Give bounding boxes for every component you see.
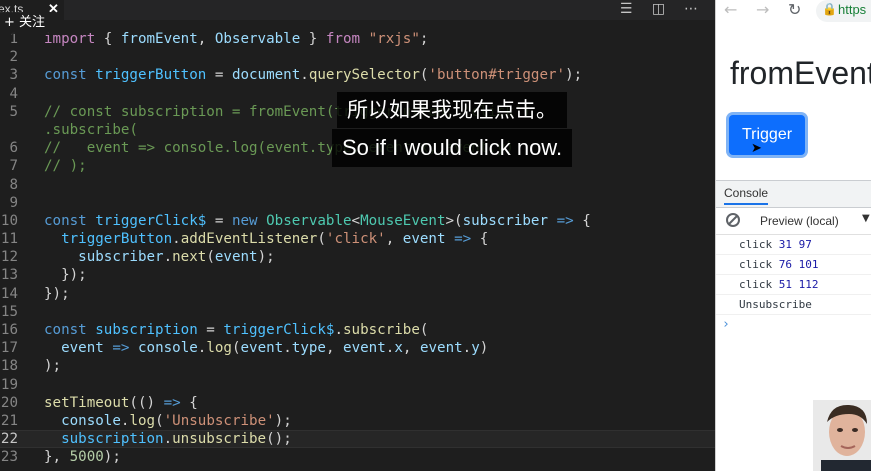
code-text[interactable]: }); [44, 285, 70, 303]
code-line[interactable]: 16 const subscription = triggerClick$.sub… [0, 321, 715, 339]
line-number: 17 [0, 340, 18, 357]
line-number: 9 [9, 194, 18, 211]
line-number: 15 [0, 303, 18, 320]
outline-icon[interactable]: ☰ [612, 0, 640, 18]
line-number: 6 [9, 140, 18, 157]
line-number: 12 [0, 249, 18, 266]
code-line[interactable]: 22 subscription.unsubscribe(); [0, 430, 715, 449]
line-number: 22 [0, 431, 18, 448]
line-number: 20 [0, 394, 18, 411]
lock-icon: 🔒 [822, 2, 837, 16]
page-heading: fromEvent [730, 55, 871, 91]
code-text[interactable]: setTimeout(() => { [44, 394, 198, 412]
code-text[interactable]: const triggerButton = document.querySele… [44, 66, 582, 84]
code-line[interactable]: 9 [0, 194, 715, 212]
log-values: 51 112 [778, 278, 819, 291]
code-text[interactable]: const subscription = triggerClick$.subsc… [44, 321, 428, 339]
webcam-overlay [813, 400, 871, 471]
devtools-tab-bar: Console [716, 181, 871, 208]
code-text[interactable]: // ); [44, 157, 87, 175]
console-log-line: click 76 101 [716, 255, 871, 275]
browser-toolbar: ← → ↻ 🔒 https [716, 0, 871, 23]
code-text[interactable]: console.log('Unsubscribe'); [44, 412, 292, 430]
code-line[interactable]: 1 import { fromEvent, Observable } from "… [0, 30, 715, 48]
reload-icon[interactable]: ↻ [788, 0, 801, 20]
code-line[interactable]: 10 const triggerClick$ = new Observable<M… [0, 212, 715, 230]
log-label: click [739, 258, 773, 271]
line-number: 23 [0, 449, 18, 466]
line-number: 5 [9, 103, 18, 120]
mouse-cursor-icon: ➤ [751, 141, 762, 156]
code-line[interactable]: 12 subscriber.next(event); [0, 248, 715, 266]
code-text[interactable]: triggerButton.addEventListener('click', … [44, 230, 488, 248]
url-text: https [838, 2, 867, 17]
address-bar[interactable]: 🔒 https [816, 0, 871, 22]
editor-actions: ☰ ◫ ⋯ [612, 0, 705, 20]
code-line[interactable]: 3 const triggerButton = document.querySel… [0, 66, 715, 84]
code-editor[interactable]: ex.ts ✕ ☰ ◫ ⋯ + 关注 1 import { fromEvent, … [0, 0, 715, 471]
chevron-down-icon[interactable]: ▼ [862, 213, 870, 224]
clear-console-icon[interactable] [726, 213, 740, 227]
back-arrow-icon[interactable]: ← [724, 0, 737, 20]
context-selector[interactable]: Preview (local) [760, 214, 839, 228]
code-line[interactable]: 13 }); [0, 266, 715, 284]
log-label: Unsubscribe [739, 298, 812, 311]
follow-badge[interactable]: + 关注 [0, 12, 56, 34]
split-editor-icon[interactable]: ◫ [645, 0, 673, 18]
code-line[interactable]: 11 triggerButton.addEventListener('click… [0, 230, 715, 248]
line-number: 16 [0, 322, 18, 338]
line-number: 21 [0, 412, 18, 429]
more-actions-icon[interactable]: ⋯ [677, 0, 705, 18]
code-line[interactable]: 14}); [0, 285, 715, 303]
code-text[interactable]: import { fromEvent, Observable } from "r… [44, 30, 428, 48]
line-number: 19 [0, 376, 18, 393]
code-line[interactable]: 19 [0, 376, 715, 394]
line-number: 11 [0, 231, 18, 248]
console-log-line: click 31 97 [716, 235, 871, 255]
trigger-button[interactable]: Trigger [729, 115, 805, 155]
console-output: click 31 97 click 76 101 click 51 112 Un… [716, 235, 871, 335]
subtitle-chinese: 所以如果我现在点击。 [337, 92, 567, 128]
console-input[interactable]: › [716, 315, 871, 335]
code-line[interactable]: 21 console.log('Unsubscribe'); [0, 412, 715, 430]
line-number: 4 [9, 85, 18, 102]
line-number: 13 [0, 267, 18, 284]
code-text[interactable]: ); [44, 357, 61, 375]
code-line[interactable]: 20 setTimeout(() => { [0, 394, 715, 412]
log-values: 31 97 [778, 238, 812, 251]
line-number: 3 [9, 67, 18, 84]
code-line[interactable]: 17 event => console.log(event.type, even… [0, 339, 715, 357]
log-label: click [739, 278, 773, 291]
line-number: 8 [9, 176, 18, 193]
console-toolbar: Preview (local) ▼ [716, 208, 871, 235]
code-text[interactable]: }, 5000); [44, 448, 121, 466]
code-text[interactable]: subscriber.next(event); [44, 248, 275, 266]
log-values: 76 101 [778, 258, 819, 271]
code-line[interactable]: 15 [0, 303, 715, 321]
line-number: 18 [0, 358, 18, 375]
log-label: click [739, 238, 773, 251]
code-text[interactable]: .subscribe( [44, 121, 138, 139]
editor-tab-bar: ex.ts ✕ ☰ ◫ ⋯ [0, 0, 715, 20]
code-text[interactable]: subscription.unsubscribe(); [44, 431, 292, 447]
presenter-image [821, 404, 871, 471]
code-line[interactable]: 18); [0, 357, 715, 375]
code-text[interactable]: }); [44, 266, 87, 284]
code-text[interactable]: event => console.log(event.type, event.x… [44, 339, 488, 357]
line-number: 2 [9, 49, 18, 66]
console-log-line: click 51 112 [716, 275, 871, 295]
code-line[interactable]: 8 [0, 176, 715, 194]
forward-arrow-icon[interactable]: → [756, 0, 769, 20]
line-number: 7 [9, 158, 18, 175]
console-log-line: Unsubscribe [716, 295, 871, 315]
line-number: 14 [0, 285, 18, 302]
line-number: 10 [0, 212, 18, 229]
code-line[interactable]: 2 [0, 48, 715, 66]
web-page: fromEvent Trigger ➤ [716, 22, 871, 180]
code-line[interactable]: 23 }, 5000); [0, 448, 715, 466]
code-text[interactable]: const triggerClick$ = new Observable<Mou… [44, 212, 591, 230]
subtitle-english: So if I would click now. [332, 129, 573, 167]
tab-console[interactable]: Console [724, 186, 769, 205]
browser-window: ← → ↻ 🔒 https fromEvent Trigger ➤ Consol… [715, 0, 871, 471]
